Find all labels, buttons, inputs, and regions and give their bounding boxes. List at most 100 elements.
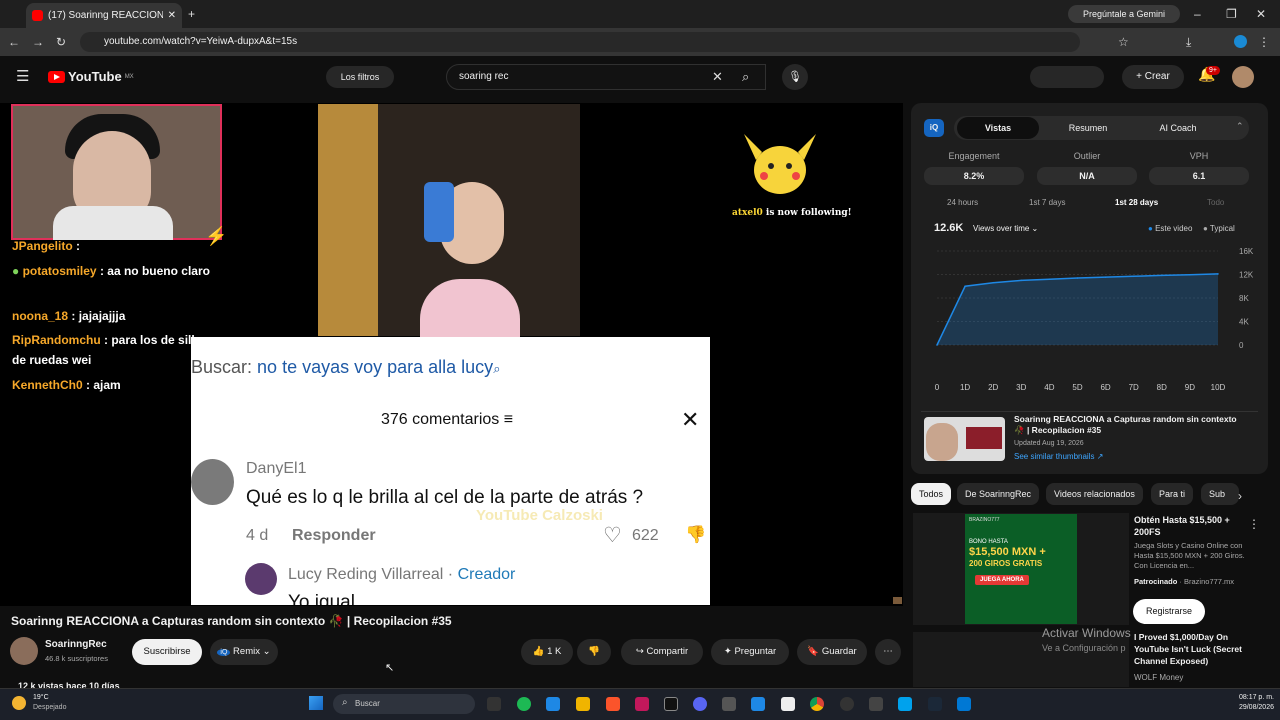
chip-channel[interactable]: De SoarinngRec — [957, 483, 1040, 505]
task-view-icon[interactable] — [487, 697, 501, 711]
comments-panel: Buscar: no te vayas voy para alla lucy⌕ … — [191, 337, 710, 605]
ad-banner[interactable]: BRAZINO777 BONO HASTA $15,500 MXN + 200 … — [965, 514, 1077, 624]
clock-time: 08:17 p. m. — [1238, 694, 1274, 701]
chat-message: RipRandomchu : para los de silla de rued… — [12, 333, 202, 367]
tab-ai-coach[interactable]: AI Coach — [1137, 117, 1219, 139]
account-avatar[interactable] — [1232, 66, 1254, 88]
comment-age: 4 d — [246, 527, 269, 544]
obs-icon[interactable] — [840, 697, 854, 711]
filters-button[interactable]: Los filtros — [326, 66, 394, 88]
chip-todos[interactable]: Todos — [911, 483, 952, 505]
tab-close-icon[interactable]: ✕ — [168, 10, 176, 21]
app-icon[interactable] — [898, 697, 912, 711]
youtube-logo[interactable]: YouTube MX — [48, 69, 134, 84]
chrome-icon[interactable] — [810, 697, 824, 711]
ad-title[interactable]: Obtén Hasta $15,500 + 200FS — [1134, 514, 1252, 538]
app-icon[interactable] — [635, 697, 649, 711]
forward-icon[interactable]: → — [32, 34, 44, 50]
x-tick-label: 1D — [960, 383, 970, 392]
channel-avatar[interactable] — [10, 637, 38, 665]
download-icon[interactable]: ⤓ — [1186, 34, 1191, 50]
app-icon[interactable] — [751, 697, 765, 711]
heart-icon: ♡ — [603, 524, 622, 547]
app-icon[interactable] — [957, 697, 971, 711]
create-button[interactable]: + Crear — [1122, 65, 1184, 89]
youtube-play-icon — [48, 70, 65, 83]
steam-icon[interactable] — [928, 697, 942, 711]
tab-resumen[interactable]: Resumen — [1047, 117, 1129, 139]
range-all[interactable]: Todo — [1207, 198, 1224, 207]
gemini-button[interactable]: Pregúntale a Gemini — [1068, 5, 1180, 23]
y-tick-label: 8K — [1239, 294, 1249, 303]
epic-games-icon[interactable] — [664, 697, 678, 711]
hamburger-icon[interactable]: ☰ — [16, 69, 29, 85]
series-point — [1020, 279, 1023, 282]
range-24h[interactable]: 24 hours — [947, 198, 978, 207]
close-window-icon[interactable]: ✕ — [1256, 6, 1266, 22]
chip-for-you[interactable]: Para ti — [1151, 483, 1194, 505]
brave-icon[interactable] — [606, 697, 620, 711]
search-icon[interactable]: ⌕ — [742, 69, 749, 85]
more-actions-icon[interactable]: ⋯ — [875, 639, 901, 665]
remix-button[interactable]: iQ Remix ⌄ — [210, 639, 278, 665]
dislike-button[interactable]: 👎 — [577, 639, 611, 665]
logo-text: YouTube — [68, 69, 122, 84]
extension-toolbar[interactable] — [1030, 66, 1104, 88]
ad-sponsor: Patrocinado · Brazino777.mx — [1134, 577, 1235, 586]
microphone-icon[interactable]: 🎙 — [782, 64, 808, 90]
tab-vistas[interactable]: Vistas — [957, 117, 1039, 139]
share-button[interactable]: ↪ Compartir — [621, 639, 703, 665]
activate-windows: Activar Windows — [1042, 626, 1131, 640]
new-tab-icon[interactable]: + — [188, 6, 195, 22]
divider — [921, 411, 1258, 412]
chips-next-icon[interactable]: › — [1238, 488, 1242, 504]
app-icon[interactable] — [869, 697, 883, 711]
app-icon[interactable] — [781, 697, 795, 711]
discord-icon[interactable] — [693, 697, 707, 711]
taskbar-search[interactable]: Buscar — [333, 694, 475, 714]
subscriber-count: 46.8 k suscriptores — [45, 654, 108, 663]
menu-kebab-icon[interactable]: ⋮ — [1258, 34, 1270, 50]
chip-related[interactable]: Videos relacionados — [1046, 483, 1143, 505]
profile-icon[interactable] — [1234, 35, 1247, 48]
url-input[interactable]: youtube.com/watch?v=YeiwA-dupxA&t=15s — [80, 32, 1080, 52]
ask-button[interactable]: ✦ Preguntar — [711, 639, 789, 665]
chip-sub[interactable]: Sub — [1201, 483, 1239, 505]
similar-thumbnail[interactable] — [924, 417, 1005, 461]
ad-more-icon[interactable]: ⋮ — [1248, 516, 1260, 532]
register-button[interactable]: Registrarse — [1133, 599, 1205, 624]
range-28d[interactable]: 1st 28 days — [1115, 198, 1158, 207]
video-title[interactable]: I Proved $1,000/Day On YouTube Isn't Luc… — [1134, 631, 1252, 667]
y-tick-label: 12K — [1239, 271, 1254, 280]
windows-start-icon[interactable] — [309, 696, 323, 710]
subscribe-button[interactable]: Suscribirse — [132, 639, 202, 665]
back-icon[interactable]: ← — [8, 34, 20, 50]
reaction-photo — [318, 104, 580, 337]
metric-dropdown[interactable]: Views over time ⌄ — [973, 224, 1038, 233]
save-button[interactable]: 🔖 Guardar — [797, 639, 867, 665]
video-thumbnail[interactable] — [913, 632, 1129, 687]
reload-icon[interactable]: ↻ — [56, 34, 66, 50]
bookmark-star-icon[interactable]: ☆ — [1118, 34, 1129, 50]
maximize-icon[interactable]: ❐ — [1226, 6, 1237, 22]
sparkle-icon: ✦ — [723, 646, 732, 657]
channel-name[interactable]: SoarinngRec — [45, 639, 107, 650]
minimize-icon[interactable]: – — [1194, 6, 1201, 22]
app-icon[interactable] — [722, 697, 736, 711]
weather-temp: 19°C — [33, 694, 49, 701]
store-icon[interactable] — [546, 697, 560, 711]
range-7d[interactable]: 1st 7 days — [1029, 198, 1065, 207]
series-point — [1189, 273, 1191, 276]
clear-search-icon[interactable]: ✕ — [712, 69, 723, 85]
similar-thumbnails-link[interactable]: See similar thumbnails ↗ — [1014, 452, 1103, 461]
browser-tab[interactable]: (17) Soarinng REACCIONA ✕ — [26, 3, 182, 28]
spotify-icon[interactable] — [517, 697, 531, 711]
views-chart: 16K 12K 8K 4K 0 0 1D 2D 3D 4D 5D 6D 7D 8D 9D 10D — [935, 247, 1254, 392]
x-tick-label: 5D — [1072, 383, 1082, 392]
collapse-chevron-icon[interactable]: ⌃ — [1236, 121, 1244, 132]
stat-label: Outlier — [1073, 151, 1101, 161]
file-explorer-icon[interactable] — [576, 697, 590, 711]
stat-value: N/A — [1037, 167, 1137, 185]
like-button[interactable]: 👍 1 K — [521, 639, 573, 665]
region-code: MX — [124, 73, 134, 80]
